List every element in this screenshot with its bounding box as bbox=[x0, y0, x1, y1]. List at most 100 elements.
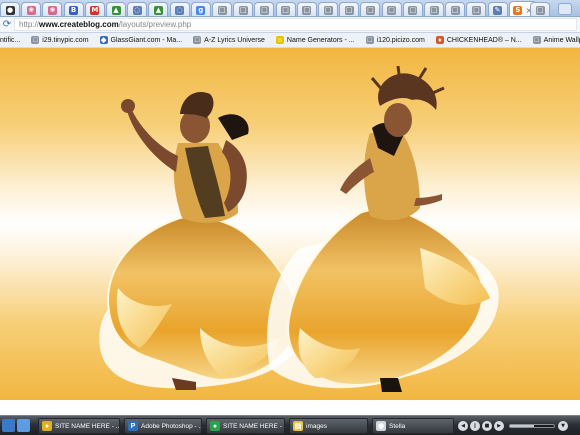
favicon-glassgiant-icon: ◆ bbox=[99, 36, 108, 44]
dancer-right bbox=[267, 65, 499, 392]
media-play-pause-icon[interactable]: ❙ bbox=[470, 421, 480, 431]
browser-tab[interactable]: □ bbox=[275, 2, 296, 16]
bookmark-label: GlassGiant.com - Ma... bbox=[110, 36, 183, 44]
media-next-icon[interactable]: ▶ bbox=[494, 421, 504, 431]
bookmark-label: ntific... bbox=[0, 36, 21, 44]
page-footer-strip bbox=[0, 400, 580, 415]
taskbar-button-label: SITE NAME HERE - ... bbox=[223, 422, 285, 430]
media-stop-icon[interactable]: ■ bbox=[482, 421, 492, 431]
favicon-page-icon: □ bbox=[281, 5, 291, 15]
favicon-page-icon: □ bbox=[408, 5, 418, 15]
new-tab-button[interactable] bbox=[558, 3, 572, 15]
favicon-page-icon: □ bbox=[217, 5, 227, 15]
favicon-blogger-icon: B bbox=[69, 5, 79, 15]
taskbar-button[interactable]: P Adobe Photoshop - ... bbox=[124, 418, 202, 434]
favicon-page-icon: □ bbox=[259, 5, 269, 15]
bookmark-label: Anime Wallpapers bbox=[543, 36, 580, 44]
media-prev-icon[interactable]: ◀ bbox=[458, 421, 468, 431]
taskbar: ◀ ❙ ■ ▶ ▼ ● SITE NAME HERE - ... P Adobe Ph… bbox=[0, 415, 580, 435]
browser-tab[interactable]: □ bbox=[233, 2, 254, 16]
taskbar-button-label: Stella bbox=[389, 422, 406, 430]
favicon-page-icon: □ bbox=[31, 36, 40, 44]
taskbar-button[interactable]: ▤ images bbox=[289, 418, 368, 434]
favicon-dark-circle-icon: ● bbox=[5, 5, 15, 15]
favicon-page-icon: □ bbox=[387, 5, 397, 15]
layout-preview-image bbox=[99, 65, 499, 392]
browser-tab[interactable]: □ bbox=[339, 2, 360, 16]
favicon-green-leaf-icon: ▲ bbox=[111, 5, 121, 15]
browser-tab[interactable]: ● bbox=[0, 2, 20, 16]
browser-tab[interactable]: ◌ bbox=[127, 2, 148, 16]
browser-tab[interactable]: ◌ bbox=[169, 2, 190, 16]
browser-tab[interactable]: □ bbox=[296, 2, 317, 16]
photoshop-icon: P bbox=[128, 421, 138, 431]
bookmark-item[interactable]: □ i29.tinypic.com bbox=[31, 36, 89, 44]
volume-slider[interactable] bbox=[509, 424, 555, 428]
taskbar-button-label: Adobe Photoshop - ... bbox=[141, 422, 202, 430]
show-desktop-icon[interactable] bbox=[17, 419, 30, 432]
favicon-page-icon: □ bbox=[450, 5, 460, 15]
favicon-page-icon: □ bbox=[532, 36, 541, 44]
address-bar[interactable]: http://www.createblog.com/layouts/previe… bbox=[14, 18, 577, 31]
address-toolbar: ⟳ http://www.createblog.com/layouts/prev… bbox=[0, 17, 580, 33]
user-icon: ◉ bbox=[376, 421, 386, 431]
tab-strip: ● ❀ ❀ B M ▲ ◌ ▲ ◌ g □ □ □ □ □ □ □ □ □ □ □ □ □ ✎ S × □ bbox=[0, 0, 580, 17]
taskbar-button-label: images bbox=[306, 422, 327, 430]
browser-tab[interactable]: M bbox=[84, 2, 105, 16]
browser-tab[interactable]: □ bbox=[530, 2, 550, 16]
favicon-page-icon: □ bbox=[471, 5, 481, 15]
bookmark-item[interactable]: ◆ GlassGiant.com - Ma... bbox=[99, 36, 183, 44]
browser-tab[interactable]: □ bbox=[402, 2, 423, 16]
taskbar-button[interactable]: ● SITE NAME HERE - ... bbox=[38, 418, 120, 434]
favicon-green-leaf-icon: ▲ bbox=[153, 5, 163, 15]
browser-tab[interactable]: □ bbox=[381, 2, 402, 16]
bookmark-label: i120.picizo.com bbox=[376, 36, 425, 44]
favicon-loading-icon: ◌ bbox=[175, 5, 185, 15]
browser-tab[interactable]: □ bbox=[424, 2, 444, 16]
browser-tab[interactable]: □ bbox=[318, 2, 338, 16]
favicon-page-icon: □ bbox=[365, 36, 374, 44]
browser-tab[interactable]: ▲ bbox=[148, 2, 169, 16]
favicon-butterfly-icon: ❀ bbox=[26, 5, 36, 15]
favicon-page-icon: □ bbox=[429, 5, 439, 15]
bookmark-item[interactable]: ☺ Name Generators - ... bbox=[275, 36, 355, 44]
browser-tab[interactable]: □ bbox=[254, 2, 275, 16]
browser-tab[interactable]: ✎ bbox=[487, 2, 508, 16]
favicon-page-icon: □ bbox=[302, 5, 312, 15]
bookmark-item[interactable]: ntific... bbox=[0, 37, 20, 44]
bookmark-item[interactable]: □Anime Wallpapers bbox=[532, 36, 580, 44]
favicon-google-icon: g bbox=[196, 5, 206, 15]
reload-icon[interactable]: ⟳ bbox=[0, 19, 14, 30]
folder-icon: ▤ bbox=[293, 421, 303, 431]
favicon-page-icon: □ bbox=[323, 5, 333, 15]
favicon-page-icon: □ bbox=[535, 5, 545, 15]
browser-tab[interactable]: □ bbox=[445, 2, 466, 16]
media-tray: ◀ ❙ ■ ▶ ▼ bbox=[458, 418, 576, 434]
browser-tab[interactable]: B bbox=[63, 2, 84, 16]
media-options-icon[interactable]: ▼ bbox=[558, 421, 568, 431]
bookmark-item[interactable]: ♦ CHICKENHEAD® – N... bbox=[435, 36, 522, 44]
browser-tab[interactable]: ❀ bbox=[21, 2, 42, 16]
browser-tab[interactable]: ❀ bbox=[42, 2, 63, 16]
favicon-chickenhead-icon: ♦ bbox=[435, 36, 444, 44]
favicon-loading-icon: ◌ bbox=[132, 5, 142, 15]
chrome-icon: ● bbox=[42, 421, 52, 431]
bookmark-item[interactable]: □ i120.picizo.com bbox=[365, 36, 425, 44]
bookmarks-bar: ntific... □ i29.tinypic.com ◆ GlassGiant.com… bbox=[0, 33, 580, 48]
browser-tab[interactable]: □ bbox=[360, 2, 381, 16]
chrome-icon: ● bbox=[210, 421, 220, 431]
taskbar-button[interactable]: ● SITE NAME HERE - ... bbox=[206, 418, 285, 434]
url-domain: www.createblog.com bbox=[39, 20, 119, 29]
browser-tab[interactable]: □ bbox=[466, 2, 487, 16]
taskbar-button[interactable]: ◉ Stella bbox=[372, 418, 454, 434]
bookmark-item[interactable]: □ A-Z Lyrics Universe bbox=[193, 36, 265, 44]
favicon-gmail-icon: M bbox=[90, 5, 100, 15]
favicon-edit-icon: ✎ bbox=[493, 5, 503, 15]
volume-level bbox=[510, 425, 535, 427]
browser-tab[interactable]: g bbox=[190, 2, 211, 16]
favicon-page-icon: □ bbox=[365, 5, 375, 15]
browser-tab[interactable]: ▲ bbox=[106, 2, 126, 16]
bookmark-label: CHICKENHEAD® – N... bbox=[446, 36, 522, 44]
desktop-icon[interactable] bbox=[2, 419, 15, 432]
browser-tab[interactable]: □ bbox=[212, 2, 232, 16]
